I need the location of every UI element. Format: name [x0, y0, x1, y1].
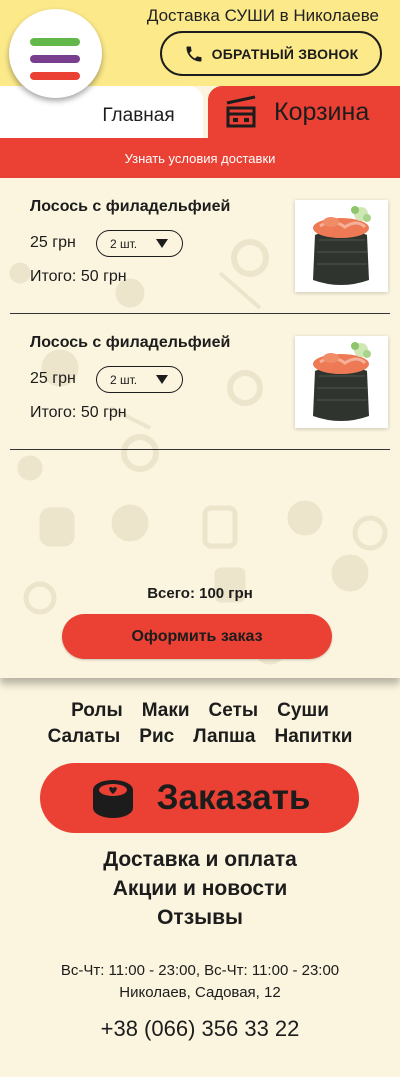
working-hours: Вс-Чт: 11:00 - 23:00, Вс-Чт: 11:00 - 23:…: [60, 962, 340, 979]
quantity-value: 2 шт.: [110, 372, 138, 387]
footer-link-reviews[interactable]: Отзывы: [0, 903, 400, 932]
tab-cart-label: Корзина: [274, 97, 370, 126]
tab-home[interactable]: Главная: [0, 86, 203, 138]
cart-item: Лосось с филадельфией 25 грн 2 шт. Итого…: [10, 178, 390, 314]
address: Николаев, Садовая, 12: [119, 984, 281, 1001]
order-button[interactable]: Заказать: [40, 763, 359, 833]
cart-icon: [226, 95, 256, 128]
sushi-image: [295, 336, 388, 428]
sushi-roll-icon: [92, 780, 133, 818]
checkout-button[interactable]: Оформить заказ: [62, 614, 332, 659]
item-name: Лосось с филадельфией: [30, 198, 231, 215]
category-link-rice[interactable]: Рис: [139, 724, 174, 750]
footer-link-delivery[interactable]: Доставка и оплата: [0, 845, 400, 874]
category-link-maki[interactable]: Маки: [142, 698, 190, 724]
footer-link-promotions[interactable]: Акции и новости: [0, 874, 400, 903]
order-label: Заказать: [156, 778, 311, 817]
phone-number[interactable]: +38 (066) 356 33 22: [0, 1016, 400, 1042]
item-total: Итого: 50 грн: [30, 404, 127, 421]
item-price: 25 грн: [30, 234, 76, 251]
cart-panel: Лосось с филадельфией 25 грн 2 шт. Итого…: [0, 178, 400, 678]
item-price: 25 грн: [30, 370, 76, 387]
tab-home-label: Главная: [102, 105, 175, 126]
sushi-image: [295, 200, 388, 292]
callback-label: ОБРАТНЫЙ ЗВОНОК: [211, 45, 359, 62]
cart-item: Лосось с филадельфией 25 грн 2 шт. Итого…: [10, 314, 390, 450]
quantity-select[interactable]: 2 шт.: [96, 230, 183, 257]
cart-grand-total: Всего: 100 грн: [147, 585, 253, 602]
footer-links: Доставка и оплата Акции и новости Отзывы: [0, 845, 400, 932]
category-link-drinks[interactable]: Напитки: [274, 724, 352, 750]
item-name: Лосось с филадельфией: [30, 334, 231, 351]
product-image[interactable]: [295, 336, 388, 428]
callback-button[interactable]: ОБРАТНЫЙ ЗВОНОК: [160, 31, 382, 76]
contact-info: Вс-Чт: 11:00 - 23:00, Вс-Чт: 11:00 - 23:…: [0, 960, 400, 1004]
chevron-down-icon: [156, 375, 168, 384]
product-image[interactable]: [295, 200, 388, 292]
category-link-sushi[interactable]: Суши: [277, 698, 329, 724]
menu-button[interactable]: [9, 9, 102, 98]
category-link-noodles[interactable]: Лапша: [193, 724, 255, 750]
checkout-label: Оформить заказ: [131, 627, 263, 645]
delivery-conditions-label: Узнать условия доставки: [124, 150, 276, 166]
category-link-sets[interactable]: Сеты: [209, 698, 259, 724]
footer-categories: Ролы Маки Сеты Суши Салаты Рис Лапша Нап…: [0, 698, 400, 750]
quantity-select[interactable]: 2 шт.: [96, 366, 183, 393]
category-link-rolls[interactable]: Ролы: [71, 698, 123, 724]
phone-icon: [186, 46, 202, 61]
tab-cart[interactable]: Корзина: [208, 86, 400, 138]
delivery-conditions-link[interactable]: Узнать условия доставки: [0, 138, 400, 178]
site-title: Доставка СУШИ в Николаеве: [146, 6, 379, 25]
item-total: Итого: 50 грн: [30, 268, 127, 285]
quantity-value: 2 шт.: [110, 236, 138, 251]
chevron-down-icon: [156, 239, 168, 248]
category-link-salads[interactable]: Салаты: [48, 724, 121, 750]
